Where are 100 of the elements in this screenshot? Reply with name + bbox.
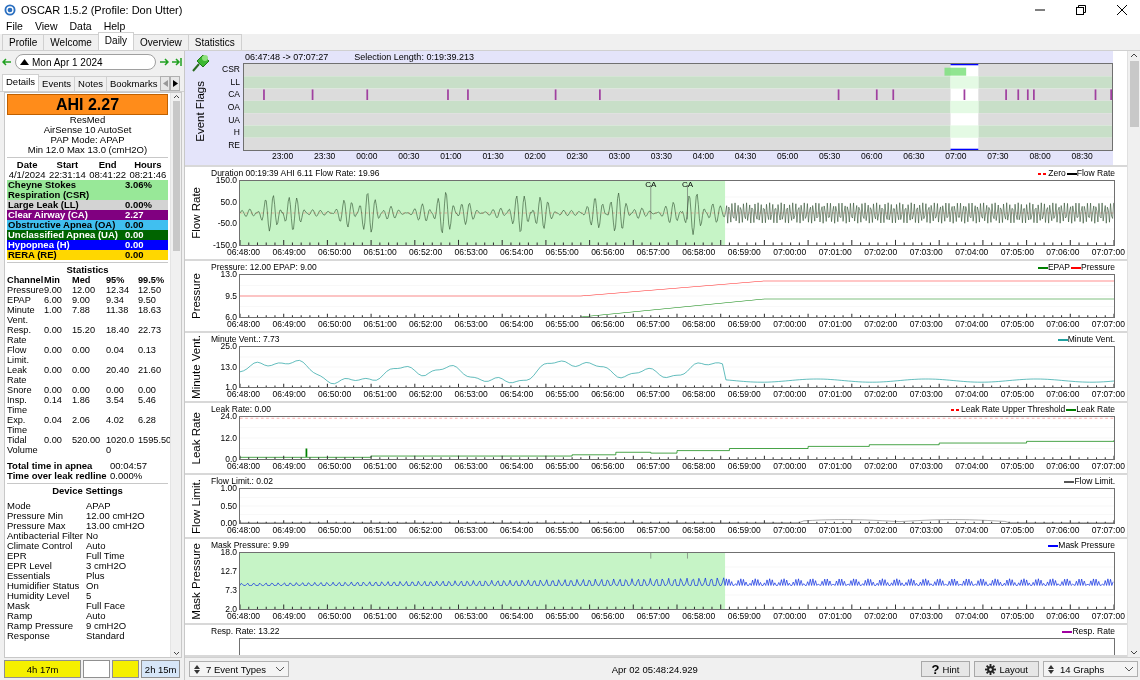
graphs-dropdown[interactable]: 14 Graphs <box>1043 661 1138 677</box>
setting-name: Mode <box>7 501 32 511</box>
menu-item[interactable]: View <box>29 20 63 34</box>
tab[interactable]: Profile <box>2 34 45 50</box>
axis-label: 06:53:00 <box>454 460 488 473</box>
section-title: Device Settings <box>51 486 124 496</box>
table-cell-text: 12.50 <box>138 285 162 295</box>
total-value: 00:04:57 <box>110 461 148 471</box>
column-header: Date <box>15 160 39 170</box>
setting-value: Plus <box>86 571 106 581</box>
scroll-right-button[interactable] <box>170 76 181 91</box>
axis-label: 06:30 <box>903 151 925 163</box>
axis-label: 07:06:00 <box>1046 246 1080 259</box>
axis-label: 12.0 <box>220 433 237 443</box>
spin-arrows-icon <box>1048 664 1054 674</box>
arrow-left-icon[interactable] <box>2 57 12 67</box>
axis-label: 06:58:00 <box>682 524 716 537</box>
arrow-to-end-icon[interactable] <box>172 57 182 67</box>
menu-item[interactable]: Help <box>98 20 131 34</box>
event-name: Clear Airway (CA) <box>7 210 89 220</box>
axis-label: 06:59:00 <box>727 460 761 473</box>
tab[interactable]: Daily <box>97 32 135 50</box>
table-cell-text: 0.00 <box>44 345 63 357</box>
setting-name: Ramp <box>7 611 34 621</box>
axis-label: 03:00 <box>608 151 630 163</box>
flag-row-label: CA <box>228 88 240 101</box>
axis-label: 07:07:00 <box>1091 246 1125 259</box>
axis-label: 07:00:00 <box>773 318 807 331</box>
table-cell-text: Snore <box>7 385 33 395</box>
menu-item[interactable]: File <box>1 20 28 34</box>
axis-label: 06:55:00 <box>545 460 579 473</box>
restore-icon[interactable] <box>1076 5 1086 15</box>
timeline-segment[interactable]: 4h 17m <box>4 660 82 678</box>
axis-label: 06:57:00 <box>636 246 670 259</box>
table-cell-text: 0.00 <box>72 365 91 377</box>
axis-label: 07:01:00 <box>818 318 852 331</box>
axis-label: 06:57:00 <box>636 388 670 401</box>
event-types-dropdown[interactable]: 7 Event Types <box>189 661 289 677</box>
menu-item[interactable]: Data <box>64 20 97 34</box>
table-cell-text: 4.02 <box>106 415 125 427</box>
axis-label: 07:00:00 <box>773 460 807 473</box>
axis-label: 06:58:00 <box>682 246 716 259</box>
table-cell-text: 20.40 <box>106 365 130 377</box>
column-header: Start <box>55 160 80 170</box>
event-value: 0.00 <box>124 250 145 260</box>
axis-label: 07:01:00 <box>818 524 852 537</box>
arrow-right-icon[interactable] <box>159 57 169 67</box>
axis-label: 9.5 <box>225 291 237 301</box>
layout-button[interactable]: Layout <box>974 661 1039 677</box>
tab[interactable]: Details <box>2 74 40 91</box>
machine-info: ResMed <box>68 115 107 125</box>
table-cell-text: Resp. Rate <box>7 325 32 345</box>
tab[interactable]: Statistics <box>187 34 242 50</box>
axis-label: 06:00 <box>861 151 883 163</box>
timeline-block[interactable] <box>83 660 111 678</box>
axis-label: 06:57:00 <box>636 610 670 623</box>
axis-label: 06:50:00 <box>318 610 352 623</box>
scroll-down-icon[interactable] <box>172 649 180 657</box>
axis-label: 07:05:00 <box>1000 610 1034 623</box>
flag-row-label: RE <box>228 138 240 152</box>
table-cell-text: 15.20 <box>72 325 96 337</box>
legend-label: Minute Vent. <box>1067 333 1115 346</box>
table-cell-text: 0.00 <box>44 365 63 377</box>
axis-label: 05:30 <box>819 151 841 163</box>
axis-label: 06:49:00 <box>272 610 306 623</box>
axis-label: -50.0 <box>217 219 237 229</box>
axis-label: 07:07:00 <box>1091 388 1125 401</box>
scroll-up-icon[interactable] <box>172 93 180 101</box>
axis-label: 25.0 <box>220 342 237 351</box>
event-value: 2.27 <box>124 210 145 220</box>
axis-label: 00:30 <box>398 151 420 163</box>
axis-label: 06:51:00 <box>363 388 397 401</box>
timeline-segment[interactable]: 2h 15m <box>141 660 180 678</box>
table-cell-text: 9.00 <box>72 295 91 305</box>
table-cell-text: 08:41:22 <box>88 170 128 180</box>
scrollbar[interactable] <box>170 93 181 657</box>
axis-label: 07:00:00 <box>773 246 807 259</box>
event-name: Hypopnea (H) <box>7 240 70 250</box>
axis-label: 07:30 <box>987 151 1009 163</box>
hint-button[interactable]: ? Hint <box>920 661 971 677</box>
axis-label: 06:59:00 <box>727 318 761 331</box>
scrollbar-thumb[interactable] <box>1129 61 1139 127</box>
date-picker[interactable]: Mon Apr 1 2024 <box>15 54 156 70</box>
close-icon[interactable] <box>1117 5 1127 15</box>
timeline-block[interactable] <box>112 660 140 678</box>
axis-label: 18.0 <box>220 548 237 557</box>
axis-label: 07:07:00 <box>1091 318 1125 331</box>
table-cell-text: 0.00 <box>106 385 125 395</box>
axis-label: 24.0 <box>220 412 237 421</box>
axis-label: 06:55:00 <box>545 246 579 259</box>
axis-label: 06:52:00 <box>409 246 443 259</box>
pushpin-icon <box>189 53 211 73</box>
setting-value: Auto <box>86 541 107 551</box>
setting-name: EPR Level <box>7 561 53 571</box>
flag-row-label: CSR <box>222 63 240 76</box>
event-value: 0.00% <box>124 200 153 210</box>
scrollbar-thumb[interactable] <box>172 101 180 251</box>
scrollbar[interactable] <box>1127 51 1140 657</box>
axis-label: 02:00 <box>524 151 546 163</box>
table-cell-text: 11.38 <box>106 305 130 317</box>
